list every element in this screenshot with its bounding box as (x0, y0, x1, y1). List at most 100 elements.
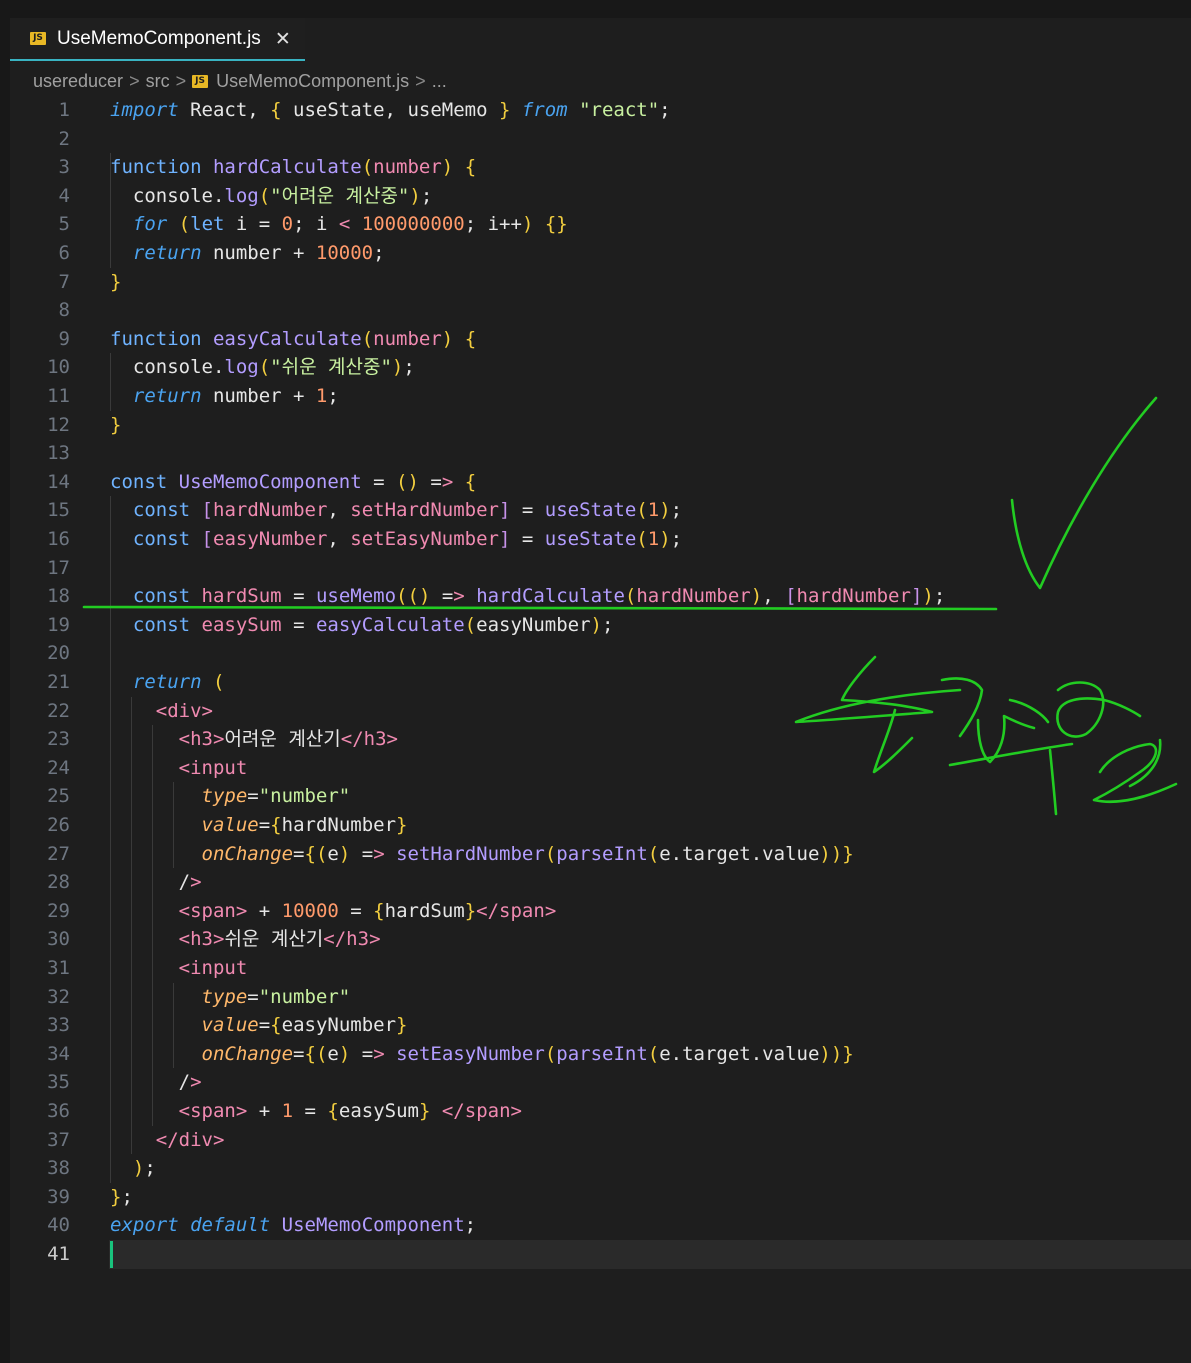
code-line[interactable]: 2 (10, 125, 1191, 154)
line-number: 28 (47, 871, 70, 894)
code-text: </div> (155, 1128, 225, 1151)
line-number: 4 (58, 184, 70, 207)
code-text: <h3>어려운 계산기</h3> (178, 728, 398, 751)
code-line[interactable]: 21 return ( (10, 668, 1191, 697)
code-text: for (let i = 0; i < 100000000; i++) {} (132, 213, 568, 236)
line-number: 18 (47, 585, 70, 608)
code-line[interactable]: 8 (10, 296, 1191, 325)
line-number: 16 (47, 528, 70, 550)
code-line[interactable]: 11 return number + 1; (10, 382, 1191, 411)
javascript-file-icon: JS (30, 32, 46, 45)
chevron-right-icon: > (129, 70, 140, 91)
code-line[interactable]: 10 console.log("쉬운 계산중"); (10, 353, 1191, 382)
code-line[interactable]: 37 </div> (10, 1126, 1191, 1155)
chevron-right-icon: > (415, 70, 426, 91)
line-number: 21 (47, 671, 70, 693)
line-number: 33 (47, 1014, 70, 1037)
code-text: <div> (155, 699, 213, 722)
code-line[interactable]: 32 type="number" (10, 983, 1191, 1012)
line-number: 34 (47, 1042, 70, 1065)
code-line[interactable]: 27 onChange={(e) => setHardNumber(parseI… (10, 840, 1191, 869)
title-bar (10, 0, 1191, 18)
line-number: 2 (58, 127, 70, 150)
code-line[interactable]: 36 <span> + 1 = {easySum} </span> (10, 1097, 1191, 1126)
code-text: function hardCalculate(number) { (110, 156, 477, 179)
code-text: return number + 10000; (132, 242, 385, 264)
code-line[interactable]: 25 type="number" (10, 782, 1191, 811)
breadcrumb-item-more[interactable]: ... (432, 71, 447, 92)
code-line[interactable]: 29 <span> + 10000 = {hardSum}</span> (10, 897, 1191, 926)
line-number: 11 (47, 385, 70, 407)
code-line[interactable]: 18 const hardSum = useMemo(() => hardCal… (10, 582, 1191, 611)
line-number: 32 (47, 985, 70, 1008)
code-line[interactable]: 12} (10, 411, 1191, 440)
code-line[interactable]: 31 <input (10, 954, 1191, 983)
code-line[interactable]: 26 value={hardNumber} (10, 811, 1191, 840)
line-number: 3 (58, 156, 70, 179)
code-line[interactable]: 1 import React, { useState, useMemo } fro… (10, 96, 1191, 125)
code-editor[interactable]: 1 import React, { useState, useMemo } fro… (10, 96, 1191, 1363)
code-text: value={hardNumber} (201, 814, 408, 836)
code-line[interactable]: 41 (10, 1240, 1191, 1269)
code-line[interactable]: 6 return number + 10000; (10, 239, 1191, 268)
code-text: /> (110, 1071, 202, 1094)
line-number: 27 (47, 842, 70, 865)
code-line[interactable]: 17 (10, 554, 1191, 583)
code-line[interactable]: 14 const UseMemoComponent = () => { (10, 468, 1191, 497)
code-text: import React, { useState, useMemo } from… (110, 99, 671, 121)
code-line[interactable]: 38 ); (10, 1154, 1191, 1183)
code-line[interactable]: 24 <input (10, 754, 1191, 783)
breadcrumb-item-src[interactable]: src (146, 71, 170, 92)
line-number: 39 (47, 1185, 70, 1208)
line-number: 14 (47, 470, 70, 493)
code-line[interactable]: 34 onChange={(e) => setEasyNumber(parseI… (10, 1040, 1191, 1069)
code-line[interactable]: 5 for (let i = 0; i < 100000000; i++) {} (10, 210, 1191, 239)
code-text: type="number" (201, 985, 351, 1008)
code-line[interactable]: 22 <div> (10, 697, 1191, 726)
code-line[interactable]: 16 const [easyNumber, setEasyNumber] = u… (10, 525, 1191, 554)
code-text: } (110, 413, 122, 436)
line-number: 12 (47, 413, 70, 436)
code-text: console.log("쉬운 계산중"); (110, 356, 415, 379)
line-number: 37 (47, 1128, 70, 1151)
line-number: 5 (58, 213, 70, 236)
code-text: const hardSum = useMemo(() => hardCalcul… (132, 585, 946, 608)
code-line[interactable]: 7} (10, 268, 1191, 297)
breadcrumb-item-usereducer[interactable]: usereducer (33, 71, 123, 92)
code-line[interactable]: 40 export default UseMemoComponent; (10, 1211, 1191, 1240)
code-line[interactable]: 23 <h3>어려운 계산기</h3> (10, 725, 1191, 754)
code-text: } (110, 270, 122, 293)
line-number: 24 (47, 756, 70, 779)
code-line[interactable]: 3 function hardCalculate(number) { (10, 153, 1191, 182)
breadcrumb-item-file[interactable]: UseMemoComponent.js (216, 71, 409, 92)
code-text: type="number" (201, 785, 351, 808)
code-line[interactable]: 9 function easyCalculate(number) { (10, 325, 1191, 354)
code-text: /> (110, 871, 202, 894)
code-line[interactable]: 13 (10, 439, 1191, 468)
code-line[interactable]: 20 (10, 639, 1191, 668)
tab-usememocomponent[interactable]: JS UseMemoComponent.js ✕ (10, 18, 305, 61)
code-text: return ( (132, 671, 225, 693)
javascript-file-icon: JS (192, 74, 209, 88)
code-text: <span> + 10000 = {hardSum}</span> (178, 899, 557, 922)
code-line[interactable]: 19 const easySum = easyCalculate(easyNum… (10, 611, 1191, 640)
chevron-right-icon: > (175, 70, 187, 91)
line-number: 36 (47, 1100, 70, 1122)
line-number: 22 (47, 699, 70, 722)
code-line[interactable]: 35 /> (10, 1068, 1191, 1097)
code-line[interactable]: 15 const [hardNumber, setHardNumber] = u… (10, 496, 1191, 525)
line-number: 9 (58, 327, 70, 350)
line-number: 25 (47, 785, 70, 808)
code-line[interactable]: 33 value={easyNumber} (10, 1011, 1191, 1040)
line-number: 19 (47, 613, 70, 636)
code-line[interactable]: 39}; (10, 1183, 1191, 1212)
code-line[interactable]: 30 <h3>쉬운 계산기</h3> (10, 925, 1191, 954)
code-line[interactable]: 4 console.log("어려운 계산중"); (10, 182, 1191, 211)
line-number: 1 (58, 99, 70, 121)
code-text: }; (110, 1185, 133, 1208)
line-number: 40 (47, 1214, 70, 1237)
code-line[interactable]: 28 /> (10, 868, 1191, 897)
close-icon[interactable]: ✕ (275, 28, 291, 50)
line-number: 7 (58, 270, 70, 293)
line-number: 31 (47, 957, 70, 979)
